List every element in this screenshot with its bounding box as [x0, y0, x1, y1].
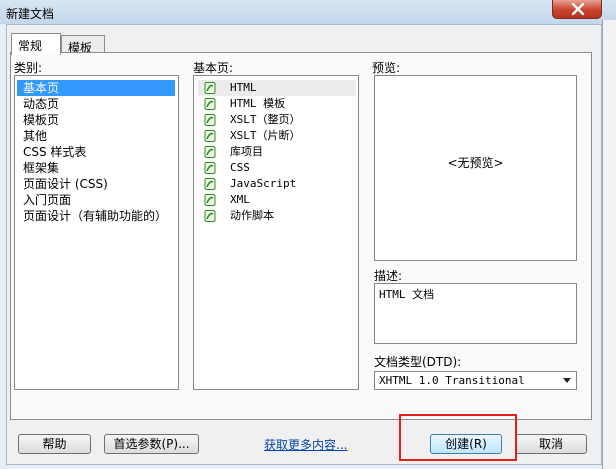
title-bar: 新建文档	[0, 0, 616, 24]
page-item-label: XSLT（片断）	[230, 129, 301, 142]
description-text: HTML 文档	[379, 288, 435, 301]
category-item[interactable]: CSS 样式表	[17, 144, 175, 160]
page-item[interactable]: JavaScript	[198, 176, 356, 192]
background-window-edge	[602, 20, 616, 469]
category-label: 类别:	[14, 61, 43, 75]
annotation-highlight-box	[399, 414, 517, 461]
doctype-value: XHTML 1.0 Transitional	[379, 374, 525, 387]
page-item-label: XML	[230, 193, 250, 206]
page-item-label: CSS	[230, 161, 250, 174]
page-item-label: 库项目	[230, 145, 263, 158]
page-item[interactable]: 库项目	[198, 144, 356, 160]
page-item[interactable]: CSS	[198, 160, 356, 176]
page-item-label: HTML	[230, 81, 257, 94]
page-item-label: JavaScript	[230, 177, 297, 190]
page-item[interactable]: 动作脚本	[198, 208, 356, 224]
category-item[interactable]: 入门页面	[17, 192, 175, 208]
preferences-button[interactable]: 首选参数(P)...	[104, 434, 199, 454]
green-document-icon	[204, 210, 216, 222]
chevron-down-icon	[563, 378, 571, 383]
page-item[interactable]: XSLT（整页）	[198, 112, 356, 128]
page-item-label: 动作脚本	[230, 209, 274, 222]
preview-pane: <无预览>	[374, 75, 577, 261]
green-document-icon	[204, 114, 216, 126]
category-item[interactable]: 其他	[17, 128, 175, 144]
doctype-select[interactable]: XHTML 1.0 Transitional	[374, 371, 577, 390]
help-button-label: 帮助	[42, 437, 67, 451]
preferences-button-label: 首选参数(P)...	[113, 437, 190, 451]
category-item[interactable]: 模板页	[17, 112, 175, 128]
page-item[interactable]: XSLT（片断）	[198, 128, 356, 144]
green-document-icon	[204, 194, 216, 206]
green-document-icon	[204, 98, 216, 110]
window-title: 新建文档	[6, 7, 55, 21]
close-icon	[571, 3, 585, 15]
page-item[interactable]: HTML	[198, 80, 356, 96]
doctype-label: 文档类型(DTD):	[374, 355, 462, 369]
tab-general-label: 常规	[18, 39, 43, 53]
cancel-button[interactable]: 取消	[515, 434, 587, 454]
description-label: 描述:	[374, 269, 403, 283]
category-item[interactable]: 框架集	[17, 160, 175, 176]
preview-placeholder: <无预览>	[447, 156, 504, 170]
page-item-label: XSLT（整页）	[230, 113, 301, 126]
page-item[interactable]: HTML 模板	[198, 96, 356, 112]
preview-label: 预览:	[372, 61, 401, 75]
page-item-label: HTML 模板	[230, 97, 286, 110]
green-document-icon	[204, 146, 216, 158]
category-list[interactable]: 基本页 动态页 模板页 其他 CSS 样式表 框架集 页面设计 (CSS) 入门…	[14, 75, 179, 390]
green-document-icon	[204, 82, 216, 94]
category-item[interactable]: 页面设计（有辅助功能的）	[17, 208, 175, 224]
green-document-icon	[204, 178, 216, 190]
get-more-content-link[interactable]: 获取更多内容...	[264, 436, 347, 453]
close-button[interactable]	[552, 0, 602, 19]
tab-general[interactable]: 常规	[11, 33, 61, 55]
cancel-button-label: 取消	[538, 437, 563, 451]
basic-pages-list[interactable]: HTML HTML 模板 XSLT（整页） XSLT（片断） 库项目 CSS J…	[193, 75, 359, 390]
category-item[interactable]: 动态页	[17, 96, 175, 112]
green-document-icon	[204, 162, 216, 174]
category-item[interactable]: 页面设计 (CSS)	[17, 176, 175, 192]
page-item[interactable]: XML	[198, 192, 356, 208]
green-document-icon	[204, 130, 216, 142]
help-button[interactable]: 帮助	[18, 434, 91, 454]
basic-pages-label: 基本页:	[193, 61, 234, 75]
description-box: HTML 文档	[374, 283, 577, 344]
category-item[interactable]: 基本页	[17, 80, 175, 96]
